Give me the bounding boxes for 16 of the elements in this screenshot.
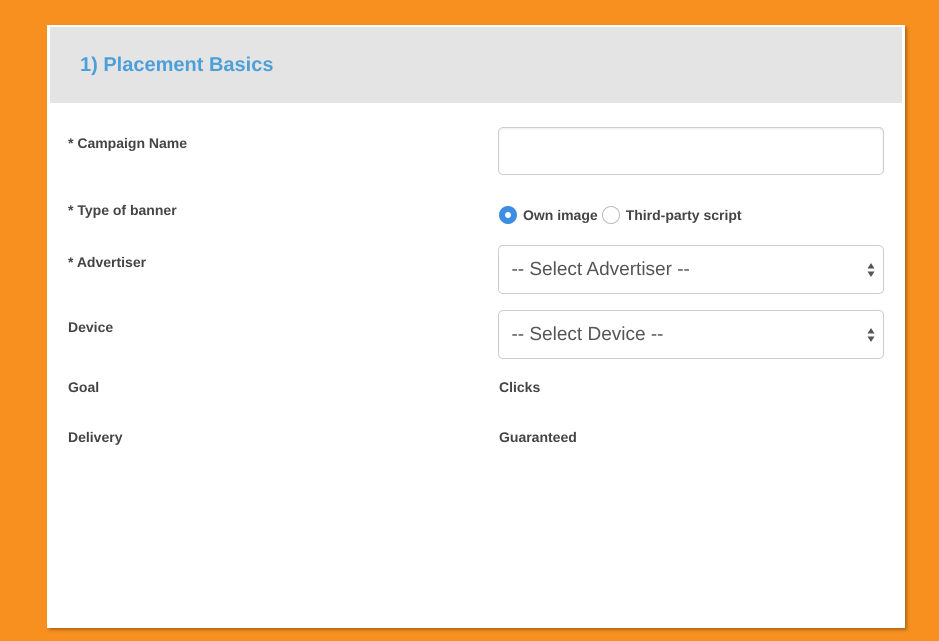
field-label: Device [68,319,114,335]
updown-icon [867,262,875,278]
select-dropdown[interactable]: -- Select Advertiser -- [498,245,884,294]
field-label: * Campaign Name [68,135,188,151]
radio-option[interactable]: Own image [499,206,598,224]
field-label: * Type of banner [68,202,177,218]
field-value: Clicks [499,378,540,395]
radio-option[interactable]: Third-party script [602,206,742,224]
section-title: 1) Placement Basics [80,54,274,76]
select-dropdown[interactable]: -- Select Device -- [498,310,884,359]
updown-icon [867,326,875,342]
field-label: Delivery [68,429,122,445]
text-input[interactable] [498,127,884,175]
field-label: Goal [68,379,100,395]
field-value: Guaranteed [499,428,577,445]
field-label: * Advertiser [68,254,146,270]
